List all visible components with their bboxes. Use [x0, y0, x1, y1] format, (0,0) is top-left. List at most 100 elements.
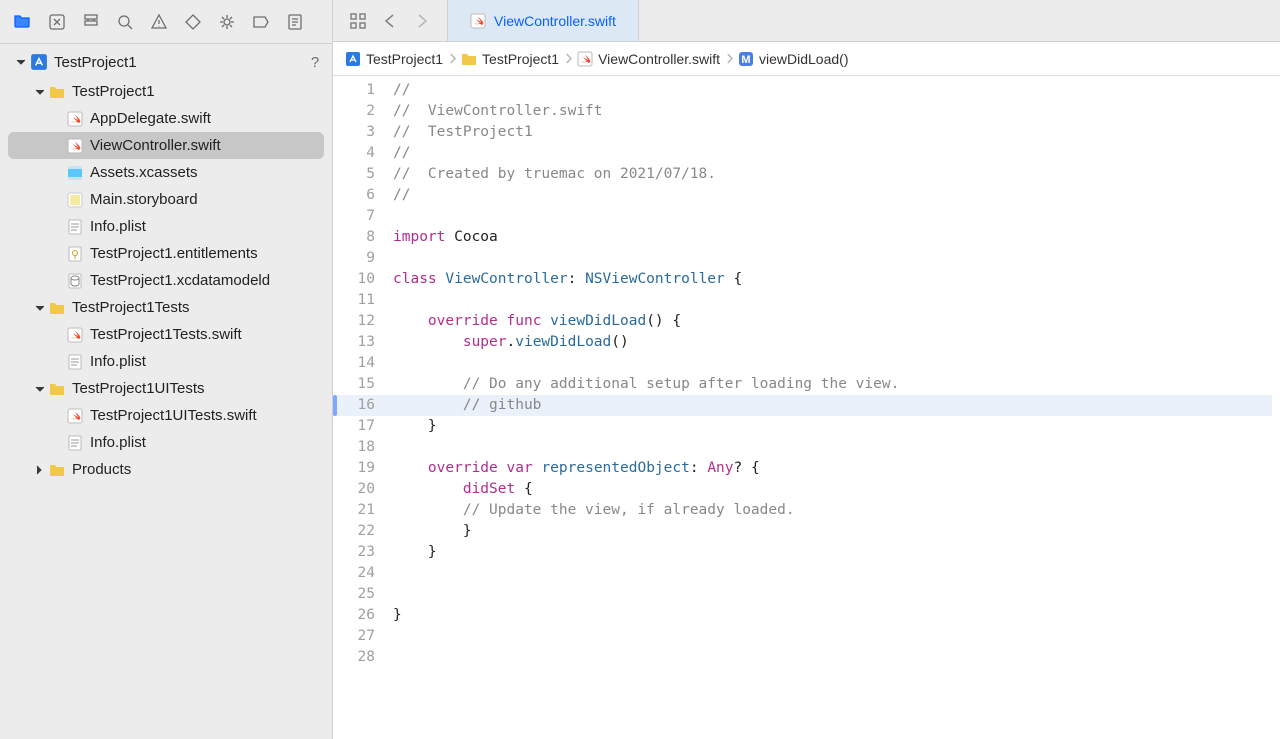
- file-tree-row[interactable]: Products: [0, 456, 332, 483]
- file-name: Main.storyboard: [90, 191, 198, 208]
- file-tree-row[interactable]: Main.storyboard: [0, 186, 332, 213]
- code-line[interactable]: [393, 437, 1280, 458]
- code-line[interactable]: override var representedObject: Any? {: [393, 458, 1280, 479]
- file-tree-row[interactable]: Info.plist: [0, 429, 332, 456]
- disclosure-triangle-icon[interactable]: [32, 384, 46, 394]
- datamodel-icon: [66, 272, 84, 290]
- nav-forward-icon[interactable]: [413, 12, 431, 30]
- line-number: 24: [333, 563, 375, 584]
- file-tree-row[interactable]: Info.plist: [0, 213, 332, 240]
- code-line[interactable]: // Update the view, if already loaded.: [393, 500, 1280, 521]
- code-line[interactable]: //: [393, 80, 1280, 101]
- code-line[interactable]: [393, 647, 1280, 668]
- file-tree-row[interactable]: TestProject1: [0, 78, 332, 105]
- breadcrumb-item[interactable]: ViewController.swift: [575, 51, 722, 67]
- breadcrumb-item[interactable]: TestProject1: [343, 51, 445, 67]
- file-name: TestProject1UITests: [72, 380, 205, 397]
- file-name: ViewController.swift: [90, 137, 221, 154]
- file-tree-row[interactable]: TestProject1.xcdatamodeld: [0, 267, 332, 294]
- issue-navigator-icon[interactable]: [150, 13, 168, 31]
- code-line[interactable]: //: [393, 185, 1280, 206]
- code-line[interactable]: override func viewDidLoad() {: [393, 311, 1280, 332]
- code-line[interactable]: [393, 290, 1280, 311]
- file-name: TestProject1Tests: [72, 299, 190, 316]
- debug-navigator-icon[interactable]: [218, 13, 236, 31]
- assets-icon: [66, 164, 84, 182]
- line-number: 6: [333, 185, 375, 206]
- code-line[interactable]: [393, 584, 1280, 605]
- file-tree-row[interactable]: TestProject1Tests.swift: [0, 321, 332, 348]
- file-tree-row[interactable]: Info.plist: [0, 348, 332, 375]
- project-root-row[interactable]: TestProject1 ?: [0, 44, 332, 76]
- code-line[interactable]: [393, 353, 1280, 374]
- code-line[interactable]: // TestProject1: [393, 122, 1280, 143]
- code-line[interactable]: didSet {: [393, 479, 1280, 500]
- report-navigator-icon[interactable]: [286, 13, 304, 31]
- line-number: 9: [333, 248, 375, 269]
- test-navigator-icon[interactable]: [184, 13, 202, 31]
- folder-y-icon: [48, 83, 66, 101]
- disclosure-triangle-icon[interactable]: [32, 303, 46, 313]
- code-line[interactable]: // Created by truemac on 2021/07/18.: [393, 164, 1280, 185]
- nav-back-icon[interactable]: [381, 12, 399, 30]
- code-editor[interactable]: 1234567891011121314151617181920212223242…: [333, 76, 1280, 739]
- code-line[interactable]: }: [393, 605, 1280, 626]
- line-number: 26: [333, 605, 375, 626]
- symbol-navigator-icon[interactable]: [82, 13, 100, 31]
- swift-icon: [66, 326, 84, 344]
- file-tree-row[interactable]: AppDelegate.swift: [0, 105, 332, 132]
- code-line[interactable]: [393, 206, 1280, 227]
- disclosure-triangle-icon[interactable]: [32, 465, 46, 475]
- line-number: 28: [333, 647, 375, 668]
- code-line[interactable]: }: [393, 416, 1280, 437]
- file-tree: TestProject1 AppDelegate.swift ViewControl…: [0, 76, 332, 739]
- project-name: TestProject1: [54, 54, 137, 71]
- help-button[interactable]: ?: [304, 54, 326, 71]
- folder-y-icon: [461, 51, 477, 67]
- line-number: 14: [333, 353, 375, 374]
- editor-tab[interactable]: ViewController.swift: [447, 0, 639, 41]
- file-name: Assets.xcassets: [90, 164, 198, 181]
- plist-icon: [66, 434, 84, 452]
- code-line[interactable]: // Do any additional setup after loading…: [393, 374, 1280, 395]
- code-line[interactable]: class ViewController: NSViewController {: [393, 269, 1280, 290]
- code-line[interactable]: }: [393, 521, 1280, 542]
- proj-icon: [345, 51, 361, 67]
- file-tree-row[interactable]: TestProject1Tests: [0, 294, 332, 321]
- breadcrumb-label: viewDidLoad(): [759, 51, 848, 67]
- code-line[interactable]: super.viewDidLoad(): [393, 332, 1280, 353]
- code-line[interactable]: // ViewController.swift: [393, 101, 1280, 122]
- file-tree-row[interactable]: TestProject1UITests: [0, 375, 332, 402]
- file-name: Products: [72, 461, 131, 478]
- file-tree-row[interactable]: Assets.xcassets: [0, 159, 332, 186]
- code-line[interactable]: //: [393, 143, 1280, 164]
- related-items-icon[interactable]: [349, 12, 367, 30]
- find-navigator-icon[interactable]: [116, 13, 134, 31]
- swift-icon: [66, 110, 84, 128]
- code-line[interactable]: [393, 248, 1280, 269]
- code-line[interactable]: [393, 563, 1280, 584]
- code-content[interactable]: //// ViewController.swift// TestProject1…: [387, 76, 1280, 739]
- line-number: 25: [333, 584, 375, 605]
- line-number: 2: [333, 101, 375, 122]
- project-navigator-icon[interactable]: [14, 13, 32, 31]
- disclosure-triangle-icon[interactable]: [14, 57, 26, 67]
- file-name: TestProject1Tests.swift: [90, 326, 242, 343]
- breadcrumb-item[interactable]: TestProject1: [459, 51, 561, 67]
- file-name: AppDelegate.swift: [90, 110, 211, 127]
- code-line[interactable]: // github: [393, 395, 1280, 416]
- breakpoint-navigator-icon[interactable]: [252, 13, 270, 31]
- code-line[interactable]: }: [393, 542, 1280, 563]
- breadcrumb-item[interactable]: viewDidLoad(): [736, 51, 850, 67]
- file-tree-row[interactable]: ViewController.swift: [8, 132, 324, 159]
- file-name: Info.plist: [90, 434, 146, 451]
- code-line[interactable]: [393, 626, 1280, 647]
- line-number: 1: [333, 80, 375, 101]
- code-line[interactable]: import Cocoa: [393, 227, 1280, 248]
- breadcrumb-label: TestProject1: [482, 51, 559, 67]
- source-control-navigator-icon[interactable]: [48, 13, 66, 31]
- file-tree-row[interactable]: TestProject1UITests.swift: [0, 402, 332, 429]
- disclosure-triangle-icon[interactable]: [32, 87, 46, 97]
- file-tree-row[interactable]: TestProject1.entitlements: [0, 240, 332, 267]
- chevron-right-icon: [722, 53, 736, 64]
